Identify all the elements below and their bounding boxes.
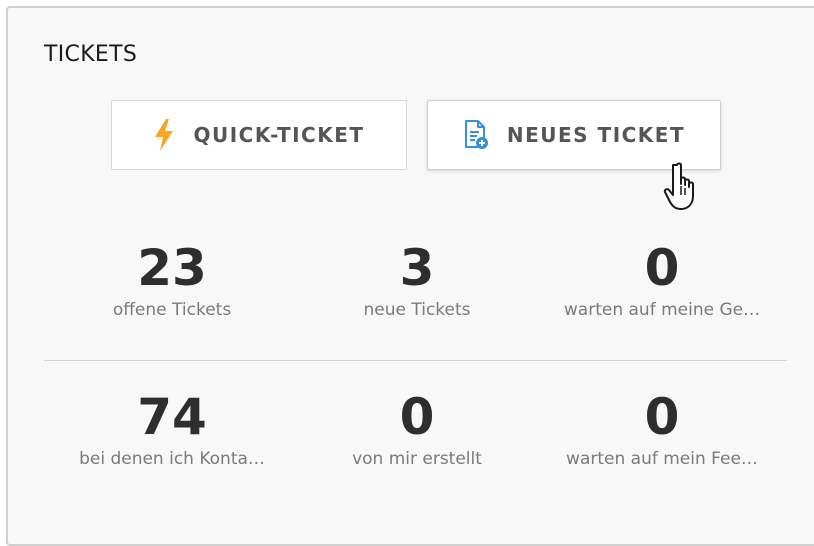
- stat-label: warten auf meine Ge…: [563, 300, 761, 320]
- stat-new-tickets[interactable]: 3 neue Tickets: [295, 240, 539, 320]
- stat-value: 23: [137, 239, 207, 297]
- stat-label: bei denen ich Konta…: [79, 449, 265, 469]
- stat-label: offene Tickets: [112, 300, 232, 320]
- stat-waiting-for-me[interactable]: 0 warten auf meine Ge…: [540, 240, 784, 320]
- stat-value: 0: [399, 388, 435, 446]
- new-document-icon: [463, 120, 489, 150]
- stat-open-tickets[interactable]: 23 offene Tickets: [50, 240, 294, 320]
- stat-label: neue Tickets: [363, 300, 471, 320]
- hand-pointer-cursor-icon: [660, 160, 700, 216]
- stat-created-by-me[interactable]: 0 von mir erstellt: [295, 389, 539, 469]
- stat-waiting-feedback[interactable]: 0 warten auf mein Fee…: [540, 389, 784, 469]
- lightning-icon: [153, 119, 175, 151]
- quick-ticket-label: QUICK-TICKET: [193, 123, 365, 147]
- quick-ticket-button[interactable]: QUICK-TICKET: [111, 100, 407, 170]
- tickets-card: TICKETS QUICK-TICKET NEUES TICKET 23 off…: [6, 6, 814, 546]
- stat-value: 3: [399, 239, 435, 297]
- stat-value: 0: [644, 239, 680, 297]
- card-title: TICKETS: [44, 42, 138, 67]
- stat-label: warten auf mein Fee…: [566, 449, 758, 469]
- new-ticket-label: NEUES TICKET: [506, 123, 686, 147]
- stat-value: 74: [137, 388, 207, 446]
- stats-divider: [44, 360, 787, 361]
- stat-value: 0: [644, 388, 680, 446]
- stat-label: von mir erstellt: [352, 449, 482, 469]
- stat-contact-tickets[interactable]: 74 bei denen ich Konta…: [50, 389, 294, 469]
